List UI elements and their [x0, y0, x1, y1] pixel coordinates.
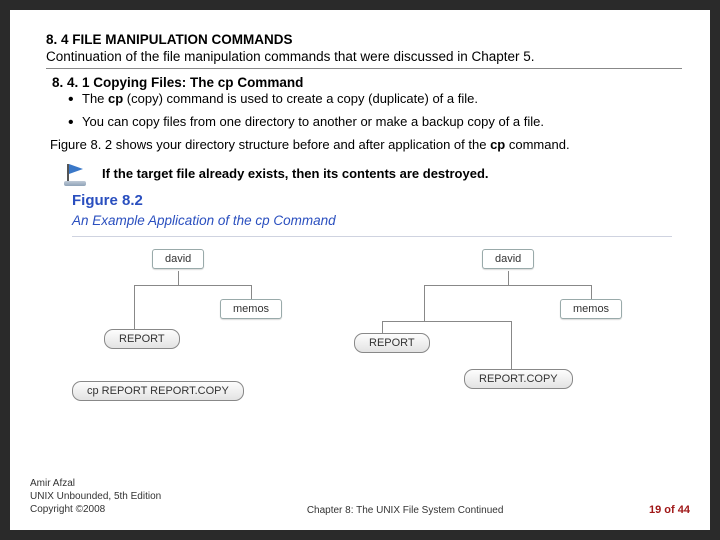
figure-label: Figure 8.2	[72, 192, 672, 209]
section-title: 8. 4 FILE MANIPULATION COMMANDS	[46, 32, 682, 47]
node-david: david	[152, 249, 204, 269]
file-report: REPORT	[354, 333, 430, 353]
figure-divider	[72, 236, 672, 237]
paragraph: Figure 8. 2 shows your directory structu…	[50, 136, 682, 154]
list-item: The cp (copy) command is used to create …	[68, 90, 682, 108]
warning-row: If the target file already exists, then …	[64, 162, 682, 186]
node-memos: memos	[560, 299, 622, 319]
flag-icon	[64, 162, 94, 186]
divider	[46, 68, 682, 69]
node-david: david	[482, 249, 534, 269]
slide-footer: Amir Afzal UNIX Unbounded, 5th Edition C…	[30, 477, 690, 516]
bullet-list: The cp (copy) command is used to create …	[68, 90, 682, 130]
section-continuation: Continuation of the file manipulation co…	[46, 49, 682, 64]
file-report-copy: REPORT.COPY	[464, 369, 573, 389]
footer-chapter: Chapter 8: The UNIX File System Continue…	[161, 505, 649, 516]
warning-text: If the target file already exists, then …	[102, 166, 489, 181]
page-number: 19 of 44	[649, 504, 690, 516]
list-item: You can copy files from one directory to…	[68, 113, 682, 131]
figure-title: An Example Application of the cp Command	[72, 213, 672, 228]
footer-left: Amir Afzal UNIX Unbounded, 5th Edition C…	[30, 477, 161, 516]
node-memos: memos	[220, 299, 282, 319]
file-report: REPORT	[104, 329, 180, 349]
subsection-title: 8. 4. 1 Copying Files: The cp Command	[52, 75, 682, 90]
cp-command: cp REPORT REPORT.COPY	[72, 381, 244, 401]
figure-8-2: Figure 8.2 An Example Application of the…	[72, 192, 672, 414]
